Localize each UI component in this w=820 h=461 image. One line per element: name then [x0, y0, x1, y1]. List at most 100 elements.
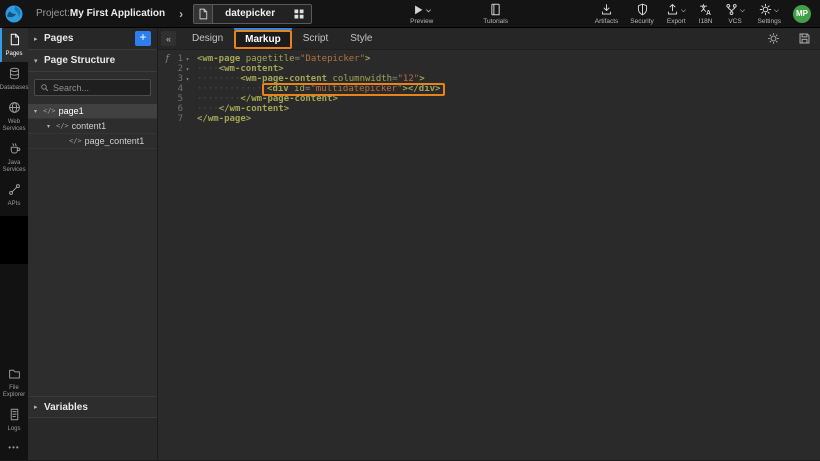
sidebar-item-databases[interactable]: Databases — [0, 62, 28, 96]
code-text: <wm-page pagetitle="Datepicker"> — [197, 54, 370, 64]
gutter: 6 — [158, 104, 192, 114]
collapse-panel-button[interactable]: « — [161, 31, 176, 46]
add-page-button[interactable]: + — [135, 31, 151, 46]
topbar-item-vcs[interactable]: VCS — [725, 3, 746, 25]
open-page-tab[interactable]: datepicker — [193, 4, 312, 24]
line-number: 6 — [171, 104, 183, 114]
code-line[interactable]: f1▾ <wm-page pagetitle="Datepicker"> — [158, 54, 820, 64]
page-structure-header[interactable]: ▾ Page Structure — [28, 50, 157, 72]
tab-script[interactable]: Script — [292, 28, 340, 49]
sidebar-item-logs[interactable]: Logs — [0, 403, 28, 437]
fold-arrow-icon[interactable]: ▾ — [183, 56, 192, 63]
settings-icon — [759, 3, 772, 18]
code-token: pagetitle — [246, 54, 295, 64]
export-label: Export — [667, 18, 686, 25]
tutorials-button[interactable]: Tutorials — [483, 3, 508, 25]
save-icon[interactable] — [798, 32, 811, 45]
code-token: id — [294, 84, 305, 94]
wavemaker-logo-icon[interactable] — [0, 0, 28, 28]
topbar-item-artifacts[interactable]: Artifacts — [595, 3, 618, 25]
code-token: <wm-page — [197, 54, 246, 64]
security-icon — [636, 3, 649, 18]
code-line[interactable]: 3▾········<wm-page-content columnwidth="… — [158, 74, 820, 84]
sidebar-item-apis[interactable]: APIs — [0, 178, 28, 212]
expanded-triangle-icon: ▾ — [34, 57, 44, 65]
topbar-item-settings[interactable]: Settings — [758, 3, 782, 25]
tab-label: Markup — [245, 34, 281, 45]
export-icon — [666, 3, 679, 18]
logs-label: Logs — [7, 426, 20, 433]
indent-dots: ···· — [197, 104, 219, 114]
line-number: 5 — [171, 94, 183, 104]
topbar-right-toolbar: Artifacts Security Export AI18N VCS Settings — [589, 3, 787, 25]
page-file-icon — [194, 5, 213, 23]
open-page-name: datepicker — [213, 8, 287, 19]
pages-label: Pages — [5, 51, 22, 58]
chevron-down-icon[interactable] — [425, 7, 432, 16]
java-services-label: Java Services — [0, 160, 28, 174]
search-input[interactable] — [53, 83, 143, 93]
topbar-item-security[interactable]: Security — [630, 3, 653, 25]
pages-panel: ▸ Pages + ▾ Page Structure ▾</>page1▾</>… — [28, 28, 158, 460]
code-text: ········</wm-page-content> — [197, 94, 338, 104]
markup-settings-gear-icon[interactable] — [767, 32, 780, 45]
top-bar: Project:My First Application › datepicke… — [0, 0, 820, 28]
tab-style[interactable]: Style — [339, 28, 383, 49]
artifacts-icon — [600, 3, 613, 18]
preview-button[interactable]: Preview — [410, 3, 433, 25]
tab-label: Script — [303, 33, 329, 44]
code-line[interactable]: 2▾····<wm-content> — [158, 64, 820, 74]
tab-design[interactable]: Design — [181, 28, 234, 49]
tab-label: Design — [192, 33, 223, 44]
line-number: 4 — [171, 84, 183, 94]
chevron-down-icon[interactable] — [739, 7, 746, 16]
tree-item-page_content1[interactable]: </>page_content1 — [28, 134, 157, 149]
editor-area: « Design Markup Script Style f1▾ <wm-page pa… — [158, 28, 820, 460]
play-icon — [411, 3, 424, 18]
indent-dots: ············ — [197, 84, 262, 94]
book-icon — [489, 3, 502, 18]
panel-footer — [28, 418, 157, 460]
search-icon — [40, 79, 49, 97]
code-text: </wm-page> — [197, 114, 251, 124]
gutter: f1▾ — [158, 54, 192, 64]
editor-tab-bar: « Design Markup Script Style — [158, 28, 820, 50]
vcs-icon — [725, 3, 738, 18]
code-line[interactable]: 7 </wm-page> — [158, 114, 820, 124]
code-line[interactable]: 6 ····</wm-content> — [158, 104, 820, 114]
tree-item-page1[interactable]: ▾</>page1 — [28, 104, 157, 119]
main-area: Pages DatabasesWeb Services Java Services A… — [0, 28, 820, 460]
tab-markup[interactable]: Markup — [234, 28, 292, 49]
fold-arrow-icon[interactable]: ▾ — [183, 66, 192, 73]
tree-item-content1[interactable]: ▾</>content1 — [28, 119, 157, 134]
user-avatar[interactable]: MP — [793, 5, 811, 23]
pages-panel-header[interactable]: ▸ Pages + — [28, 28, 157, 50]
topbar-item-i18n[interactable]: AI18N — [699, 3, 713, 25]
code-line[interactable]: 4 ············<div id="multidatepicker"><… — [158, 84, 820, 94]
code-line[interactable]: 5 ········</wm-page-content> — [158, 94, 820, 104]
line-number: 3 — [171, 74, 183, 84]
markup-code-editor[interactable]: f1▾ <wm-page pagetitle="Datepicker">2▾···… — [158, 50, 820, 460]
sidebar-item-web-services[interactable]: Web Services — [0, 96, 28, 137]
code-text: ············<div id="multidatepicker"></… — [197, 84, 445, 94]
code-token: </wm-page> — [197, 114, 251, 124]
code-token: </wm-content> — [219, 104, 289, 114]
security-label: Security — [630, 18, 653, 25]
gutter: 7 — [158, 114, 192, 124]
line-number: 7 — [171, 114, 183, 124]
expanded-triangle-icon[interactable]: ▾ — [47, 123, 56, 130]
pages-grid-icon[interactable] — [293, 8, 305, 20]
logs-icon — [8, 408, 21, 424]
more-icon[interactable]: ••• — [0, 437, 28, 460]
sidebar-item-pages[interactable]: Pages — [0, 28, 28, 62]
chevron-down-icon[interactable] — [773, 7, 780, 16]
variables-header[interactable]: ▸ Variables — [28, 396, 157, 418]
search-box[interactable] — [34, 79, 151, 96]
chevron-down-icon[interactable] — [680, 7, 687, 16]
sidebar-item-java-services[interactable]: Java Services — [0, 137, 28, 178]
expanded-triangle-icon[interactable]: ▾ — [34, 108, 43, 115]
fold-arrow-icon[interactable]: ▾ — [183, 76, 192, 83]
topbar-item-export[interactable]: Export — [666, 3, 687, 25]
collapsed-triangle-icon: ▸ — [34, 403, 44, 411]
sidebar-item-file-explorer[interactable]: File Explorer — [0, 362, 28, 403]
